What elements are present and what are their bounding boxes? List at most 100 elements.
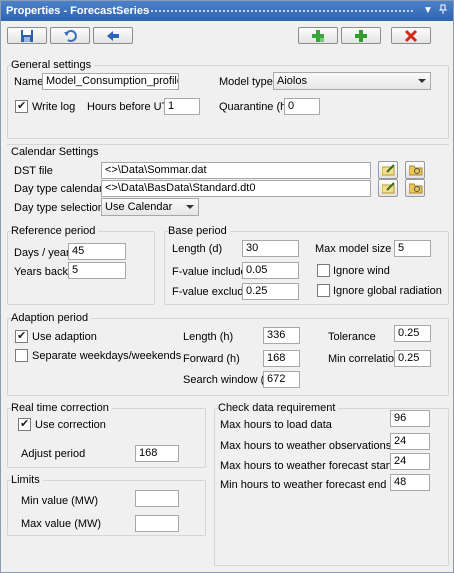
- base-length-label: Length (d): [172, 243, 223, 255]
- ignore-wind-label: Ignore wind: [333, 265, 390, 277]
- reference-period-legend: Reference period: [11, 225, 99, 237]
- edit-dst-file-button[interactable]: [378, 161, 398, 179]
- browse-day-type-calendar-button[interactable]: [405, 179, 425, 197]
- chevron-down-icon: [418, 79, 426, 83]
- hours-before-utc-label: Hours before UTC: [87, 101, 177, 113]
- quarantine-label: Quarantine (h): [219, 101, 290, 113]
- browse-dst-file-button[interactable]: [405, 161, 425, 179]
- undo-icon: [64, 29, 77, 42]
- days-year-input[interactable]: 45: [68, 243, 126, 260]
- pin-icon[interactable]: [436, 4, 450, 18]
- add-button[interactable]: [341, 27, 381, 44]
- forecast-end-label: Min hours to weather forecast end: [220, 479, 387, 491]
- fvalue-include-input[interactable]: 0.05: [242, 262, 299, 279]
- base-period-legend: Base period: [168, 225, 230, 237]
- forecast-end-input[interactable]: 48: [390, 474, 430, 491]
- write-log-label: Write log: [32, 101, 76, 113]
- general-settings-legend: General settings: [11, 59, 95, 71]
- load-data-label: Max hours to load data: [220, 419, 332, 431]
- general-settings-group: General settings: [7, 59, 449, 139]
- save-icon: [21, 30, 33, 42]
- back-arrow-icon: [107, 31, 119, 41]
- day-type-calendar-input[interactable]: <>\Data\BasData\Standard.dt0: [101, 180, 371, 197]
- ignore-wind-checkbox[interactable]: [317, 264, 330, 277]
- years-back-label: Years back: [14, 266, 69, 278]
- name-input[interactable]: Model_Consumption_profile_1: [42, 73, 179, 90]
- ignore-global-radiation-label: Ignore global radiation: [333, 285, 442, 297]
- pencil-icon: [382, 182, 395, 194]
- adaption-period-legend: Adaption period: [11, 312, 92, 324]
- window-title: Properties - ForecastSeries: [6, 5, 150, 17]
- max-model-size-input[interactable]: 5: [394, 240, 431, 257]
- ignore-global-radiation-checkbox[interactable]: [317, 284, 330, 297]
- forward-input[interactable]: 168: [263, 350, 300, 367]
- folder-icon: [409, 183, 423, 194]
- limits-legend: Limits: [11, 474, 43, 486]
- years-back-input[interactable]: 5: [68, 262, 126, 279]
- folder-icon: [409, 165, 423, 176]
- calendar-settings-legend: Calendar Settings: [11, 146, 102, 158]
- title-bar: Properties - ForecastSeries ▼: [1, 1, 453, 21]
- min-value-input[interactable]: [135, 490, 179, 507]
- undo-button[interactable]: [50, 27, 90, 44]
- adjust-period-input[interactable]: 168: [135, 445, 179, 462]
- dst-file-input[interactable]: <>\Data\Sommar.dat: [101, 162, 371, 179]
- check-data-legend: Check data requirement: [218, 402, 339, 414]
- fvalue-exclude-label: F-value exclude: [172, 286, 250, 298]
- quarantine-input[interactable]: 0: [284, 98, 320, 115]
- base-length-input[interactable]: 30: [242, 240, 299, 257]
- dropdown-icon[interactable]: ▼: [421, 4, 435, 18]
- fvalue-exclude-input[interactable]: 0.25: [242, 283, 299, 300]
- divider: [7, 144, 449, 145]
- separate-weekdays-checkbox[interactable]: [15, 349, 28, 362]
- days-year-label: Days / year: [14, 247, 70, 259]
- adaption-length-input[interactable]: 336: [263, 327, 300, 344]
- use-correction-checkbox[interactable]: [18, 417, 31, 431]
- tolerance-label: Tolerance: [328, 331, 376, 343]
- min-value-label: Min value (MW): [21, 495, 99, 507]
- delete-icon: [404, 29, 418, 43]
- forecast-start-label: Max hours to weather forecast start: [220, 460, 393, 472]
- forward-label: Forward (h): [183, 353, 240, 365]
- save-button[interactable]: [7, 27, 47, 44]
- weather-obs-input[interactable]: 24: [390, 433, 430, 450]
- title-grip: [146, 9, 413, 13]
- tolerance-input[interactable]: 0.25: [394, 325, 431, 342]
- use-adaption-checkbox[interactable]: [15, 329, 28, 343]
- adaption-length-label: Length (h): [183, 331, 234, 343]
- dst-file-label: DST file: [14, 165, 53, 177]
- max-model-size-label: Max model size: [315, 243, 392, 255]
- weather-obs-label: Max hours to weather observations: [220, 440, 392, 452]
- model-type-select[interactable]: Aiolos: [273, 72, 431, 90]
- hours-before-utc-input[interactable]: 1: [164, 98, 200, 115]
- max-value-label: Max value (MW): [21, 518, 102, 530]
- adjust-period-label: Adjust period: [21, 448, 86, 460]
- model-type-label: Model type: [219, 76, 273, 88]
- separate-weekdays-label: Separate weekdays/weekends: [32, 350, 182, 362]
- day-type-selection-label: Day type selection: [14, 202, 104, 214]
- load-data-input[interactable]: 96: [390, 410, 430, 427]
- add-copy-button[interactable]: [298, 27, 338, 44]
- max-value-input[interactable]: [135, 515, 179, 532]
- min-correlation-input[interactable]: 0.25: [394, 350, 431, 367]
- day-type-selection-value: Use Calendar: [105, 201, 173, 213]
- delete-button[interactable]: [391, 27, 431, 44]
- fvalue-include-label: F-value include: [172, 266, 247, 278]
- forecast-start-input[interactable]: 24: [390, 453, 430, 470]
- properties-window: Properties - ForecastSeries ▼ General se…: [0, 0, 454, 573]
- edit-day-type-calendar-button[interactable]: [378, 179, 398, 197]
- chevron-down-icon: [186, 205, 194, 209]
- search-window-label: Search window (h): [183, 374, 275, 386]
- search-window-input[interactable]: 672: [263, 371, 300, 388]
- back-button[interactable]: [93, 27, 133, 44]
- use-adaption-label: Use adaption: [32, 331, 97, 343]
- add-copy-icon: [312, 30, 324, 42]
- min-correlation-label: Min correlation: [328, 353, 401, 365]
- use-correction-label: Use correction: [35, 419, 106, 431]
- write-log-checkbox[interactable]: [15, 99, 28, 113]
- day-type-selection-select[interactable]: Use Calendar: [101, 198, 199, 216]
- realtime-correction-legend: Real time correction: [11, 402, 112, 414]
- model-type-value: Aiolos: [277, 75, 307, 87]
- day-type-calendar-label: Day type calendar: [14, 183, 103, 195]
- name-label: Name: [14, 76, 44, 88]
